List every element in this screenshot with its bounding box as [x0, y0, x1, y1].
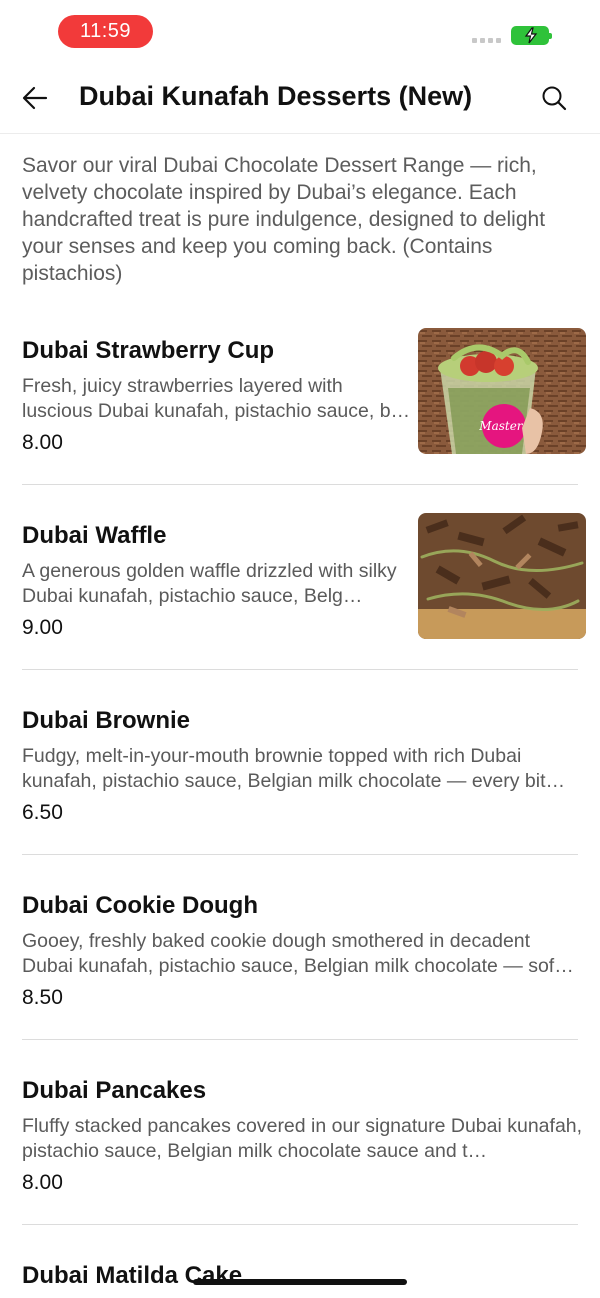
divider [22, 669, 578, 670]
item-name: Dubai Matilda Cake [22, 1262, 243, 1289]
menu-item[interactable]: Dubai Strawberry Cup Fresh, juicy strawb… [22, 328, 586, 456]
strawberry-cup-photo: Masters [418, 328, 586, 454]
menu-item[interactable]: Dubai Matilda Cake [22, 1261, 578, 1291]
item-name: Dubai Cookie Dough [22, 892, 258, 919]
search-icon [542, 86, 567, 111]
item-description: A generous golden waffle drizzled with s… [22, 560, 397, 607]
divider [22, 484, 578, 485]
item-price: 8.00 [22, 431, 63, 454]
back-button[interactable] [20, 82, 52, 114]
arrow-left-icon [22, 86, 48, 110]
divider [22, 1039, 578, 1040]
item-name: Dubai Strawberry Cup [22, 337, 275, 364]
item-description: Fresh, juicy strawberries layered with l… [22, 375, 411, 422]
menu-item[interactable]: Dubai Pancakes Fluffy stacked pancakes c… [22, 1076, 582, 1196]
menu-item[interactable]: Dubai Cookie Dough Gooey, freshly baked … [22, 891, 578, 1011]
category-description: Savor our viral Dubai Chocolate Dessert … [22, 154, 546, 285]
home-indicator[interactable] [193, 1279, 407, 1285]
item-description: Fudgy, melt-in-your-mouth brownie topped… [22, 745, 566, 792]
battery-charging-icon [511, 26, 552, 45]
divider [22, 854, 578, 855]
item-price: 8.50 [22, 986, 63, 1009]
menu-item[interactable]: Dubai Waffle A generous golden waffle dr… [22, 513, 586, 641]
item-description: Fluffy stacked pancakes covered in our s… [22, 1115, 583, 1162]
waffle-photo [418, 513, 586, 639]
header-bar: Dubai Kunafah Desserts (New) [0, 64, 600, 134]
status-time: 11:59 [58, 15, 153, 48]
divider [22, 1224, 578, 1225]
signal-icon [472, 38, 501, 43]
item-price: 9.00 [22, 616, 63, 639]
item-description: Gooey, freshly baked cookie dough smothe… [22, 930, 574, 977]
status-bar: 11:59 [0, 0, 600, 64]
page-title: Dubai Kunafah Desserts (New) [79, 81, 473, 111]
svg-text:Masters: Masters [478, 419, 528, 433]
item-price: 8.00 [22, 1171, 63, 1194]
item-name: Dubai Waffle [22, 522, 167, 549]
item-name: Dubai Brownie [22, 707, 191, 734]
menu-item[interactable]: Dubai Brownie Fudgy, melt-in-your-mouth … [22, 706, 578, 826]
search-button[interactable] [538, 82, 570, 114]
item-price: 6.50 [22, 801, 63, 824]
item-name: Dubai Pancakes [22, 1077, 207, 1104]
